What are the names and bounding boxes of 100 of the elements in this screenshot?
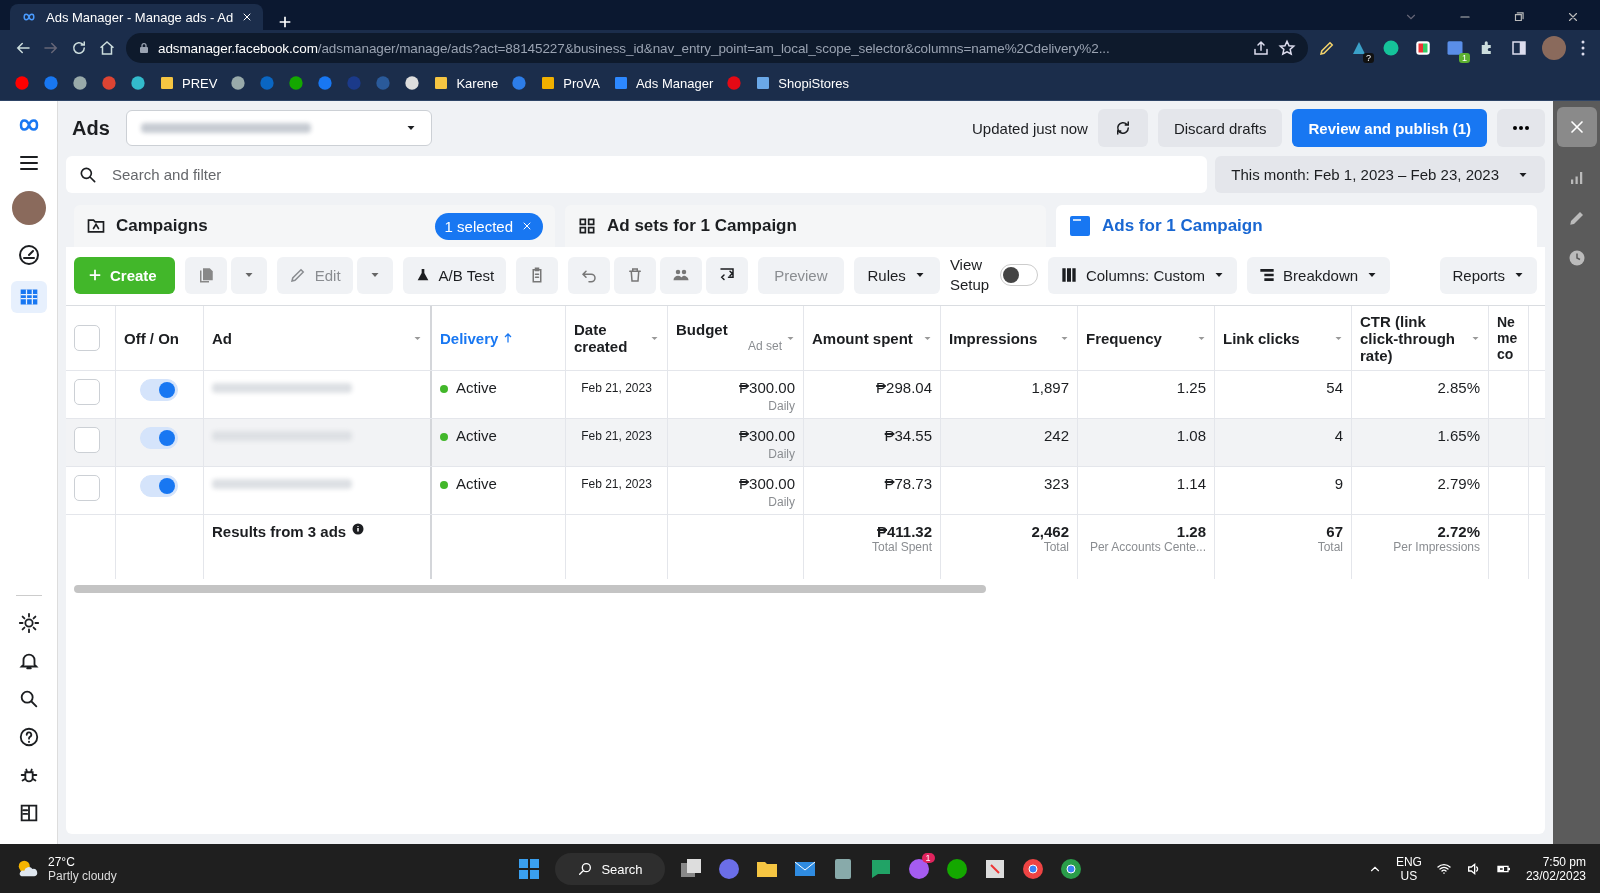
bookmark-icon bbox=[755, 75, 772, 91]
reload-icon bbox=[70, 39, 88, 57]
reports-button[interactable]: Reports bbox=[1440, 256, 1537, 294]
row-checkbox[interactable] bbox=[74, 379, 100, 405]
folder-icon bbox=[159, 75, 175, 91]
column-header[interactable]: Date created bbox=[574, 321, 646, 355]
table-cell: 2.85% bbox=[1437, 379, 1480, 396]
notification-badge: 1 bbox=[921, 853, 935, 863]
browser-tab[interactable]: Ads Manager - Manage ads - Ad bbox=[10, 4, 264, 30]
table-cell: 1.25 bbox=[1176, 379, 1206, 396]
extension-badge: 1 bbox=[1459, 53, 1470, 63]
grid-table-icon[interactable] bbox=[10, 281, 47, 313]
undo-button[interactable] bbox=[568, 256, 611, 294]
summary-value: 1.28 bbox=[1176, 523, 1206, 540]
chrome-icon[interactable] bbox=[1058, 857, 1083, 881]
profile-avatar[interactable] bbox=[1542, 36, 1566, 60]
ad-toggle[interactable] bbox=[140, 427, 178, 449]
column-header[interactable]: Off / On bbox=[124, 329, 195, 347]
table-cell: ₱298.04 bbox=[876, 379, 932, 396]
breakdown-button[interactable]: Breakdown bbox=[1247, 256, 1391, 294]
search-icon bbox=[577, 861, 594, 877]
column-header[interactable]: Budget Ad set bbox=[676, 321, 782, 355]
more-button[interactable] bbox=[1497, 109, 1545, 147]
close-icon bbox=[1566, 10, 1580, 24]
table-cell: ₱34.55 bbox=[884, 427, 932, 444]
columns-button[interactable]: Columns: Custom bbox=[1047, 256, 1238, 294]
summary-value: ₱411.32 bbox=[876, 523, 932, 540]
bookmark-icon bbox=[346, 75, 363, 91]
people-button[interactable] bbox=[660, 256, 703, 294]
column-header[interactable]: Frequency bbox=[1086, 329, 1193, 347]
column-header[interactable]: Impressions bbox=[949, 329, 1056, 347]
language[interactable]: ENG bbox=[1395, 855, 1422, 869]
extension-icon bbox=[1414, 39, 1432, 57]
bookmark[interactable]: ProVA bbox=[540, 75, 600, 91]
column-header[interactable]: CTR (link click-through rate) bbox=[1360, 312, 1467, 364]
table-cell: ₱300.00 bbox=[739, 427, 795, 444]
column-header[interactable]: Ad bbox=[212, 329, 409, 347]
extension-badge: ? bbox=[1363, 53, 1374, 63]
cell-note: Daily bbox=[767, 398, 795, 415]
results-summary: Results from 3 ads bbox=[212, 523, 347, 540]
level-tab[interactable]: Ads for 1 Campaign bbox=[1056, 205, 1537, 247]
refresh-button[interactable] bbox=[1097, 109, 1148, 147]
bookmark[interactable]: Karene bbox=[433, 75, 499, 91]
close-icon bbox=[521, 220, 533, 232]
bookmark[interactable]: PREV bbox=[159, 75, 218, 91]
help-icon bbox=[17, 726, 40, 748]
start-icon[interactable] bbox=[517, 857, 542, 881]
breakdown-icon bbox=[1259, 267, 1276, 283]
duplicate-button[interactable] bbox=[184, 256, 227, 294]
home-icon bbox=[98, 39, 116, 57]
bookmark[interactable]: ShopiStores bbox=[755, 75, 850, 91]
bookmark-icon bbox=[726, 75, 743, 91]
row-checkbox[interactable] bbox=[74, 475, 100, 501]
bookmark-icon bbox=[130, 75, 146, 91]
table-cell: 323 bbox=[1043, 475, 1069, 492]
select-all-checkbox[interactable] bbox=[74, 325, 100, 351]
level-tab[interactable]: Ad sets for 1 Campaign bbox=[565, 205, 1046, 247]
chrome-icon[interactable] bbox=[1020, 857, 1045, 881]
close-button[interactable] bbox=[1556, 107, 1597, 147]
keyboard-region[interactable]: US bbox=[1395, 869, 1422, 883]
table-cell: 1,897 bbox=[1031, 379, 1069, 396]
search-icon bbox=[78, 165, 98, 185]
column-header[interactable]: Ne me co bbox=[1497, 314, 1520, 362]
avatar[interactable] bbox=[11, 191, 46, 225]
delete-button[interactable] bbox=[614, 256, 657, 294]
view-setup-toggle[interactable] bbox=[999, 264, 1038, 286]
swap-button[interactable] bbox=[706, 256, 749, 294]
row-checkbox[interactable] bbox=[74, 427, 100, 453]
code-extension-icon bbox=[1446, 39, 1464, 57]
date-range-button[interactable]: This month: Feb 1, 2023 – Feb 23, 2023 bbox=[1215, 156, 1545, 193]
ab-test-button[interactable]: A/B Test bbox=[402, 256, 507, 294]
table-cell: 54 bbox=[1326, 379, 1343, 396]
ad-toggle[interactable] bbox=[140, 379, 178, 401]
table-row[interactable]: Active Feb 21, 2023 ₱300.00 Daily ₱34.55 242 1.08 4 1.65% bbox=[66, 419, 1545, 467]
discard-drafts-button[interactable]: Discard drafts bbox=[1157, 109, 1283, 147]
taskbar-search[interactable]: Search bbox=[555, 853, 665, 885]
columns-icon bbox=[1059, 267, 1078, 283]
column-sublabel: Ad set bbox=[746, 338, 782, 355]
address-bar[interactable]: adsmanager.facebook.com/adsmanager/manage/ads?act=88145227&business_id&nav_entry_point=am_local_scope_selector&columns=name%2Cdelivery%2... bbox=[126, 33, 1308, 63]
plus-icon bbox=[88, 268, 102, 282]
clipboard-button[interactable] bbox=[516, 256, 559, 294]
rules-button[interactable]: Rules bbox=[853, 256, 940, 294]
delivery-status: Active bbox=[440, 379, 497, 396]
selection-badge[interactable]: 1 selected bbox=[434, 212, 543, 240]
column-header[interactable]: Delivery bbox=[440, 329, 499, 347]
info-icon bbox=[352, 523, 365, 535]
column-header[interactable]: Amount spent bbox=[812, 329, 919, 347]
search-field[interactable]: Search and filter bbox=[66, 156, 1208, 193]
column-header[interactable]: Link clicks bbox=[1223, 329, 1330, 347]
bookmark[interactable]: Ads Manager bbox=[612, 75, 714, 91]
level-tab[interactable]: Campaigns 1 selected bbox=[74, 205, 555, 247]
share-icon bbox=[1252, 39, 1270, 57]
review-publish-button[interactable]: Review and publish (1) bbox=[1292, 109, 1487, 147]
table-row[interactable]: Active Feb 21, 2023 ₱300.00 Daily ₱78.73 323 1.14 9 2.79% bbox=[66, 467, 1545, 515]
horizontal-scrollbar[interactable] bbox=[74, 585, 986, 593]
cell-note: Daily bbox=[767, 494, 795, 511]
table-cell: ₱300.00 bbox=[739, 475, 795, 492]
cell-note: Daily bbox=[767, 446, 795, 463]
table-cell: 4 bbox=[1334, 427, 1343, 444]
ad-toggle[interactable] bbox=[140, 475, 178, 497]
